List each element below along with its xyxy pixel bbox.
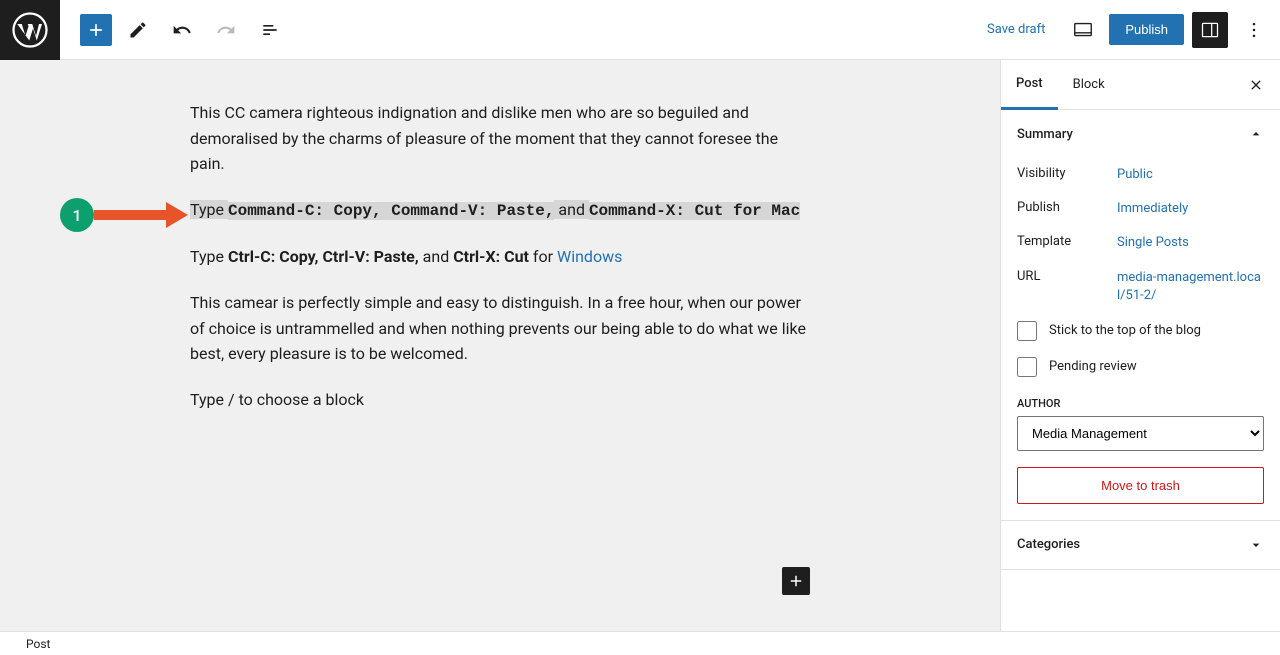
paragraph-block[interactable]: Type Command-C: Copy, Command-V: Paste, … bbox=[190, 197, 810, 225]
paragraph-block[interactable]: This CC camera righteous indignation and… bbox=[190, 100, 810, 177]
block-placeholder[interactable]: Type / to choose a block bbox=[190, 387, 810, 413]
preview-button[interactable] bbox=[1065, 12, 1101, 48]
visibility-label: Visibility bbox=[1017, 166, 1117, 184]
publish-value[interactable]: Immediately bbox=[1117, 200, 1264, 218]
url-label: URL bbox=[1017, 269, 1117, 305]
stick-label: Stick to the top of the blog bbox=[1049, 323, 1201, 338]
annotation-arrow-head bbox=[166, 202, 188, 228]
template-label: Template bbox=[1017, 234, 1117, 252]
summary-panel-toggle[interactable]: Summary bbox=[1001, 110, 1280, 158]
options-menu-button[interactable] bbox=[1236, 12, 1272, 48]
annotation-callout: 1 bbox=[60, 198, 188, 232]
visibility-value[interactable]: Public bbox=[1117, 166, 1264, 184]
save-draft-link[interactable]: Save draft bbox=[975, 14, 1057, 45]
add-block-inline-button[interactable] bbox=[782, 567, 810, 595]
publish-button[interactable]: Publish bbox=[1109, 14, 1184, 45]
author-label: AUTHOR bbox=[1017, 385, 1264, 416]
add-block-button[interactable] bbox=[80, 14, 112, 46]
annotation-number: 1 bbox=[60, 198, 94, 232]
publish-label: Publish bbox=[1017, 200, 1117, 218]
paragraph-block[interactable]: This camear is perfectly simple and easy… bbox=[190, 290, 810, 367]
tab-block[interactable]: Block bbox=[1058, 61, 1120, 108]
url-value[interactable]: media-management.local/51-2/ bbox=[1117, 269, 1264, 305]
annotation-arrow bbox=[94, 210, 166, 220]
undo-button[interactable] bbox=[164, 12, 200, 48]
categories-panel-toggle[interactable]: Categories bbox=[1001, 521, 1280, 569]
pending-checkbox[interactable] bbox=[1017, 357, 1037, 377]
chevron-up-icon bbox=[1248, 126, 1264, 142]
template-value[interactable]: Single Posts bbox=[1117, 234, 1264, 252]
breadcrumb[interactable]: Post bbox=[26, 637, 50, 651]
edit-tool-button[interactable] bbox=[120, 12, 156, 48]
wordpress-logo[interactable] bbox=[0, 0, 60, 60]
redo-button bbox=[208, 12, 244, 48]
stick-checkbox[interactable] bbox=[1017, 321, 1037, 341]
paragraph-block[interactable]: Type Ctrl-C: Copy, Ctrl-V: Paste, and Ct… bbox=[190, 244, 810, 270]
windows-link[interactable]: Windows bbox=[557, 247, 622, 266]
tab-post[interactable]: Post bbox=[1001, 60, 1058, 110]
pending-label: Pending review bbox=[1049, 359, 1137, 374]
move-to-trash-button[interactable]: Move to trash bbox=[1017, 467, 1264, 504]
author-select[interactable]: Media Management bbox=[1017, 416, 1264, 451]
settings-sidebar-toggle[interactable] bbox=[1192, 12, 1228, 48]
chevron-down-icon bbox=[1248, 537, 1264, 553]
document-overview-button[interactable] bbox=[252, 12, 288, 48]
close-sidebar-button[interactable] bbox=[1232, 65, 1280, 105]
